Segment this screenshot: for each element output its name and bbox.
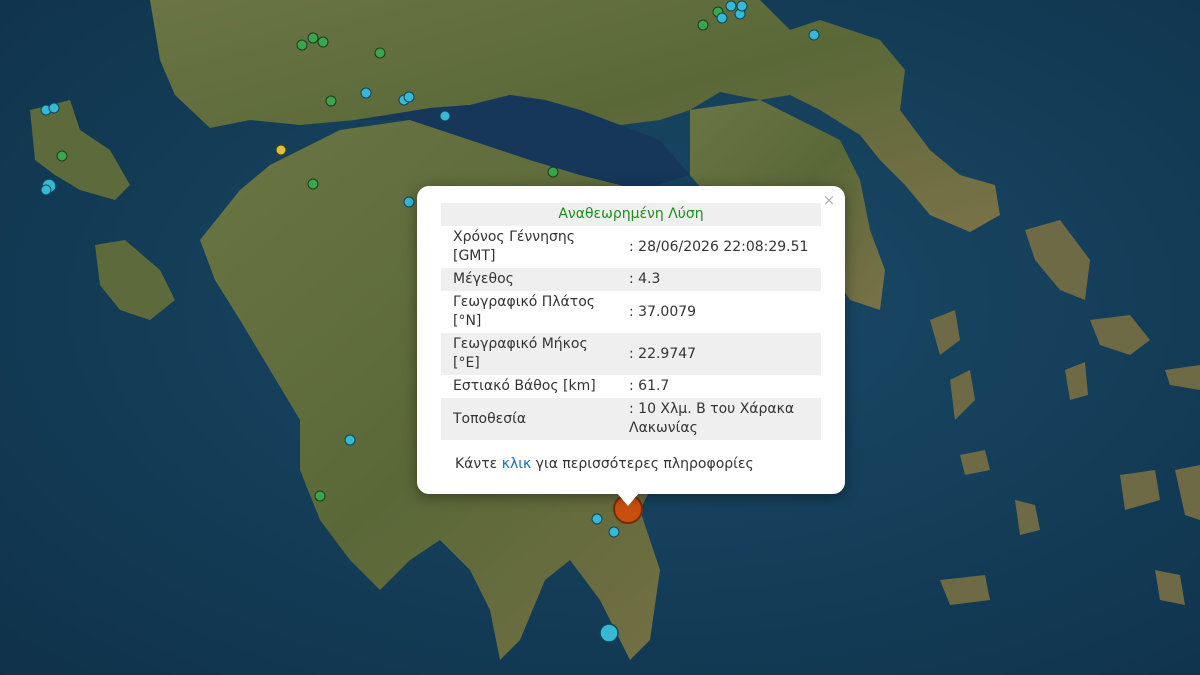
more-info-link[interactable]: κλικ — [502, 456, 532, 472]
location-value: : 10 Χλμ. Β του Χάρακα Λακωνίας — [617, 398, 821, 440]
magnitude-label: Μέγεθος — [441, 268, 617, 291]
event-marker-cyan[interactable] — [439, 110, 451, 122]
depth-label: Εστιακό Βάθος [km] — [453, 378, 596, 394]
location-label: Τοποθεσία — [441, 398, 617, 440]
event-marker-green[interactable] — [296, 39, 308, 51]
event-marker-green[interactable] — [307, 178, 319, 190]
event-marker-yellow[interactable] — [275, 144, 287, 156]
event-marker-cyan[interactable] — [360, 87, 372, 99]
more-info-text: Κάντε κλικ για περισσότερες πληροφορίες — [455, 456, 754, 472]
close-icon[interactable]: × — [821, 192, 837, 208]
event-marker-cyan[interactable] — [344, 434, 356, 446]
event-marker-green[interactable] — [325, 95, 337, 107]
event-marker-green[interactable] — [697, 19, 709, 31]
event-marker-cyan[interactable] — [716, 12, 728, 24]
event-info-table: Αναθεωρημένη Λύση Χρόνος Γέννησης [GMT] … — [441, 203, 821, 440]
event-info-popup: × Αναθεωρημένη Λύση Χρόνος Γέννησης [GMT… — [417, 186, 845, 494]
magnitude-value: : 4.3 — [617, 268, 821, 291]
more-info-prefix: Κάντε — [455, 456, 498, 472]
event-marker-cyan[interactable] — [403, 91, 415, 103]
event-marker-cyan[interactable] — [808, 29, 820, 41]
event-marker-cyan-large[interactable] — [599, 623, 619, 643]
origin-time-value: : 28/06/2026 22:08:29.51 — [629, 238, 809, 255]
event-marker-cyan[interactable] — [40, 184, 52, 196]
event-marker-green[interactable] — [314, 490, 326, 502]
longitude-label: Γεωγραφικό Μήκος [°E] — [441, 333, 617, 375]
event-marker-cyan[interactable] — [591, 513, 603, 525]
origin-time-label: Χρόνος Γέννησης [GMT] — [453, 229, 575, 264]
event-marker-cyan[interactable] — [725, 0, 737, 12]
event-marker-cyan[interactable] — [403, 196, 415, 208]
event-marker-green[interactable] — [317, 36, 329, 48]
event-marker-green[interactable] — [307, 32, 319, 44]
latitude-value: : 37.0079 — [629, 303, 697, 320]
event-marker-cyan[interactable] — [48, 102, 60, 114]
event-marker-green[interactable] — [547, 166, 559, 178]
depth-value: : 61.7 — [629, 378, 670, 394]
event-marker-green[interactable] — [374, 47, 386, 59]
more-info-suffix: για περισσότερες πληροφορίες — [535, 456, 754, 472]
event-marker-cyan[interactable] — [608, 526, 620, 538]
event-marker-cyan[interactable] — [736, 0, 748, 12]
popup-title: Αναθεωρημένη Λύση — [441, 203, 821, 226]
latitude-label: Γεωγραφικό Πλάτος [°N] — [453, 294, 595, 329]
longitude-value: : 22.9747 — [617, 333, 821, 375]
event-marker-green[interactable] — [56, 150, 68, 162]
popup-pointer — [617, 493, 639, 506]
